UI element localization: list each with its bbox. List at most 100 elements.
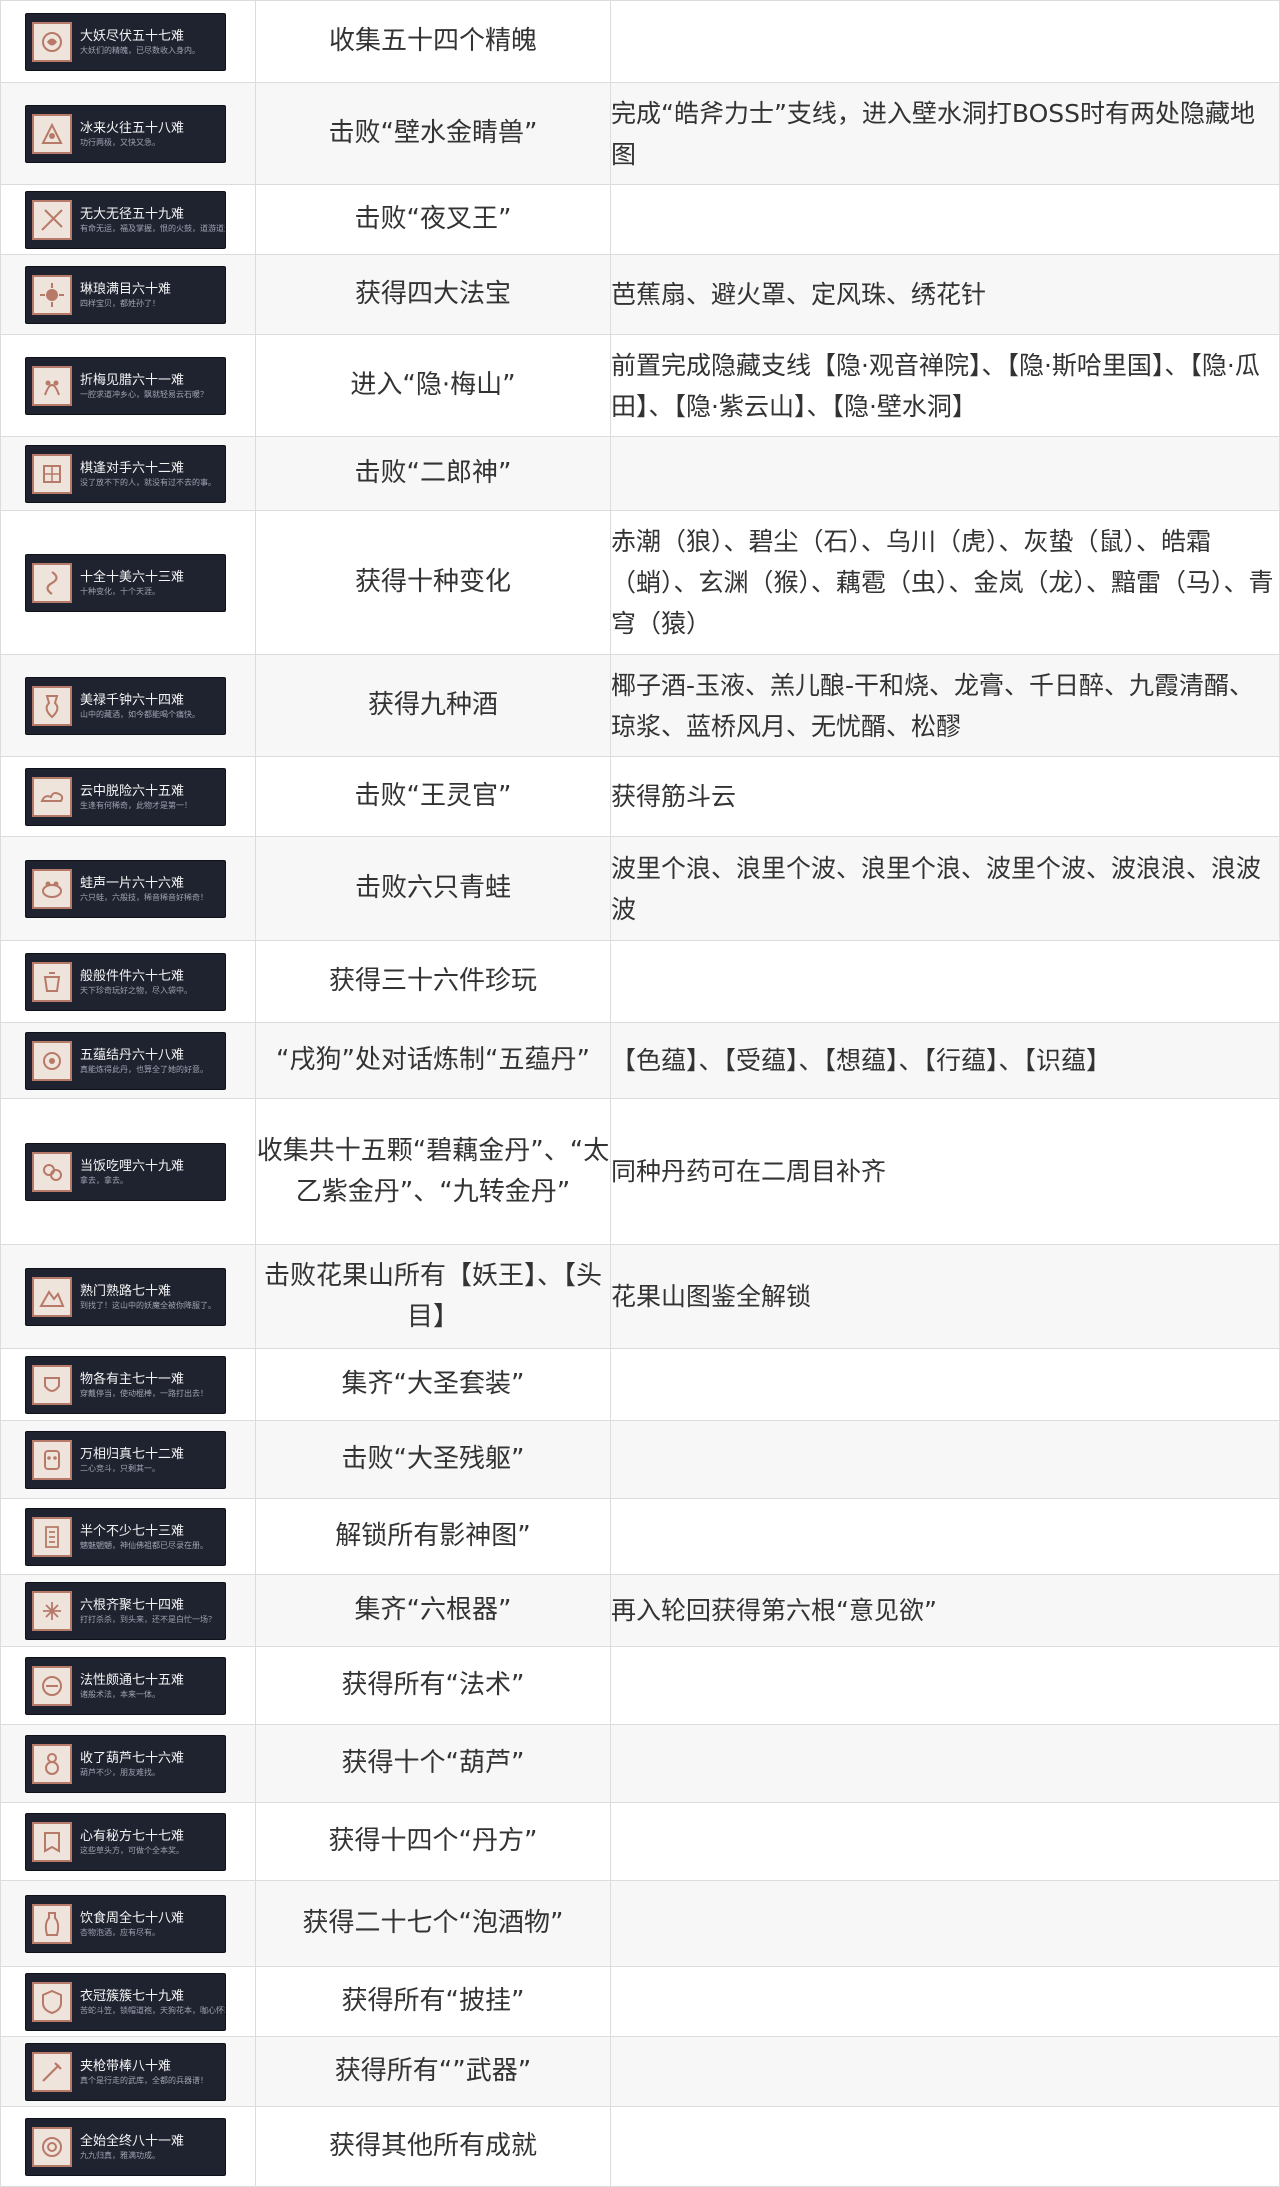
table-row: 六根齐聚七十四难 打打杀杀，到头来，还不是白忙一场？ 集齐“六根器” 再入轮回获得第六… (0, 1574, 1280, 1647)
condition-cell: 收集五十四个精魄 (255, 0, 611, 83)
note-cell (610, 184, 1280, 255)
badge-title: 无大无径五十九难 (80, 206, 185, 222)
table-row: 大妖尽伏五十七难 大妖们的精魄，已尽数收入身内。 收集五十四个精魄 (0, 0, 1280, 83)
badge-title: 饮食周全七十八难 (80, 1910, 185, 1926)
badge-title: 收了葫芦七十六难 (80, 1750, 185, 1766)
note-cell: 同种丹药可在二周目补齐 (610, 1098, 1280, 1245)
achievement-badge: 棋逢对手六十二难 没了放不下的人，就没有过不去的事。 (25, 444, 226, 503)
badge-cell: 熟门熟路七十难 到找了！这山中的妖魔全被你降服了。 (0, 1244, 256, 1349)
table-row: 饮食周全七十八难 杏物泡酒，应有尽有。 获得二十七个“泡酒物” (0, 1880, 1280, 1967)
badge-subtitle: 天下珍奇玩好之物，尽入袋中。 (80, 985, 192, 995)
badge-title: 琳琅满目六十难 (80, 281, 172, 297)
treasure-icon (32, 274, 72, 315)
badge-cell: 心有秘方七十七难 这些草头方，可做个全本奖。 (0, 1802, 256, 1881)
table-row: 冰来火往五十八难 功行两极，又快又急。 击败“壁水金睛兽” 完成“皓斧力士”支线，进入… (0, 82, 1280, 185)
table-row: 法性颇通七十五难 诸般术法，本来一体。 获得所有“法术” (0, 1646, 1280, 1725)
curio-icon (32, 961, 72, 1002)
achievement-badge: 美禄千钟六十四难 山中的藏酒，如今都能喝个痛快。 (25, 676, 226, 735)
badge-cell: 无大无径五十九难 有命无运，福及掌握，恨的火鼓，道游道游。 (0, 184, 256, 255)
achievement-badge: 般般件件六十七难 天下珍奇玩好之物，尽入袋中。 (25, 952, 226, 1011)
badge-subtitle: 大妖们的精魄，已尽数收入身内。 (80, 45, 200, 55)
condition-cell: 获得三十六件珍玩 (255, 940, 611, 1023)
achievement-badge: 冰来火往五十八难 功行两极，又快又急。 (25, 104, 226, 163)
note-cell (610, 1420, 1280, 1499)
condition-cell: 进入“隐·梅山” (255, 334, 611, 437)
note-cell: 芭蕉扇、避火罩、定风珠、绣花针 (610, 254, 1280, 335)
badge-subtitle: 魑魅魍魉，神仙佛祖都已尽录在册。 (80, 1540, 208, 1550)
badge-subtitle: 六只蛙，六般技，稀音稀音好稀奇！ (80, 892, 208, 902)
achievement-badge: 收了葫芦七十六难 葫芦不少，朋友难找。 (25, 1734, 226, 1793)
achievement-badge: 夹枪带棒八十难 真个是行走的武库，全都的兵器谱！ (25, 2042, 226, 2101)
badge-subtitle: 真个是行走的武库，全都的兵器谱！ (80, 2075, 208, 2085)
badge-cell: 折梅见腊六十一难 一腔求道冲乡心，飘就轻易云石暖？ (0, 334, 256, 437)
badge-title: 当饭吃哩六十九难 (80, 1158, 185, 1174)
condition-cell: 获得十个“葫芦” (255, 1724, 611, 1803)
table-row: 云中脱险六十五难 生逢有何稀奇，此物才是第一！ 击败“王灵官” 获得筋斗云 (0, 756, 1280, 837)
badge-cell: 衣冠簇簇七十九难 苦蛇斗笠，锁帽道袍，天狗花本，咖心怀就。 (0, 1966, 256, 2037)
badge-cell: 云中脱险六十五难 生逢有何稀奇，此物才是第一！ (0, 756, 256, 837)
plum-icon (32, 365, 72, 406)
note-cell: 【色蕴】、【受蕴】、【想蕴】、【行蕴】、【识蕴】 (610, 1022, 1280, 1099)
table-row: 蛙声一片六十六难 六只蛙，六般技，稀音稀音好稀奇！ 击败六只青蛙 波里个浪、浪里个波、… (0, 836, 1280, 941)
condition-cell: 获得所有“”武器” (255, 2036, 611, 2107)
achievement-badge: 六根齐聚七十四难 打打杀杀，到头来，还不是白忙一场？ (25, 1581, 226, 1640)
elixir-icon (32, 1151, 72, 1192)
spell-icon (32, 1665, 72, 1706)
badge-title: 冰来火往五十八难 (80, 120, 185, 136)
armor-icon (32, 1364, 72, 1405)
condition-cell: 集齐“大圣套装” (255, 1348, 611, 1421)
table-row: 五蕴结丹六十八难 真能炼得此丹，也算全了她的好意。 “戌狗”处对话炼制“五蕴丹” 【色… (0, 1022, 1280, 1099)
badge-title: 法性颇通七十五难 (80, 1672, 185, 1688)
badge-subtitle: 诸般术法，本来一体。 (80, 1689, 160, 1699)
achievement-badge: 折梅见腊六十一难 一腔求道冲乡心，飘就轻易云石暖？ (25, 356, 226, 415)
note-cell (610, 1966, 1280, 2037)
achievement-badge: 物各有主七十一难 穿戴停当，使动棍棒，一路打出去！ (25, 1355, 226, 1414)
transform-icon (32, 562, 72, 603)
condition-cell: 击败“夜叉王” (255, 184, 611, 255)
badge-subtitle: 九九归真，雅满功成。 (80, 2150, 160, 2160)
table-row: 美禄千钟六十四难 山中的藏酒，如今都能喝个痛快。 获得九种酒 椰子酒-玉液、羔儿酿-干… (0, 654, 1280, 757)
table-row: 万相归真七十二难 二心竞斗，只剩其一。 击败“大圣残躯” (0, 1420, 1280, 1499)
relic-icon (32, 1590, 72, 1631)
badge-subtitle: 真能炼得此丹，也算全了她的好意。 (80, 1064, 208, 1074)
badge-subtitle: 有命无运，福及掌握，恨的火鼓，道游道游。 (80, 223, 225, 233)
note-cell: 获得筋斗云 (610, 756, 1280, 837)
note-cell (610, 1802, 1280, 1881)
frog-icon (32, 868, 72, 909)
note-cell (610, 2036, 1280, 2107)
badge-subtitle: 穿戴停当，使动棍棒，一路打出去！ (80, 1388, 208, 1398)
badge-cell: 夹枪带棒八十难 真个是行走的武库，全都的兵器谱！ (0, 2036, 256, 2107)
badge-subtitle: 杏物泡酒，应有尽有。 (80, 1927, 160, 1937)
achievement-table: 大妖尽伏五十七难 大妖们的精魄，已尽数收入身内。 收集五十四个精魄 冰来火往五十八难功… (0, 0, 1280, 2187)
note-cell (610, 1348, 1280, 1421)
note-cell (610, 0, 1280, 83)
achievement-badge: 大妖尽伏五十七难 大妖们的精魄，已尽数收入身内。 (25, 12, 226, 71)
badge-cell: 当饭吃哩六十九难 拿去，拿去。 (0, 1098, 256, 1245)
badge-subtitle: 一腔求道冲乡心，飘就轻易云石暖？ (80, 389, 208, 399)
gourd-icon (32, 1743, 72, 1784)
spear-icon (32, 199, 72, 240)
badge-title: 云中脱险六十五难 (80, 783, 185, 799)
condition-cell: 集齐“六根器” (255, 1574, 611, 1647)
note-cell: 再入轮回获得第六根“意见欲” (610, 1574, 1280, 1647)
condition-cell: 获得二十七个“泡酒物” (255, 1880, 611, 1967)
condition-cell: 获得所有“披挂” (255, 1966, 611, 2037)
badge-subtitle: 拿去，拿去。 (80, 1175, 128, 1185)
badge-subtitle: 葫芦不少，朋友难找。 (80, 1767, 160, 1777)
badge-title: 般般件件六十七难 (80, 968, 185, 984)
table-row: 夹枪带棒八十难 真个是行走的武库，全都的兵器谱！ 获得所有“”武器” (0, 2036, 1280, 2107)
badge-cell: 般般件件六十七难 天下珍奇玩好之物，尽入袋中。 (0, 940, 256, 1023)
achievement-badge: 全始全终八十一难 九九归真，雅满功成。 (25, 2117, 226, 2176)
spirit-icon (32, 21, 72, 62)
pill-icon (32, 1040, 72, 1081)
badge-title: 夹枪带棒八十难 (80, 2058, 172, 2074)
table-row: 收了葫芦七十六难 葫芦不少，朋友难找。 获得十个“葫芦” (0, 1724, 1280, 1803)
note-cell: 前置完成隐藏支线【隐·观音禅院】、【隐·斯哈里国】、【隐·瓜田】、【隐·紫云山】… (610, 334, 1280, 437)
table-row: 无大无径五十九难 有命无运，福及掌握，恨的火鼓，道游道游。 击败“夜叉王” (0, 184, 1280, 255)
achievement-badge: 当饭吃哩六十九难 拿去，拿去。 (25, 1142, 226, 1201)
table-row: 当饭吃哩六十九难 拿去，拿去。 收集共十五颗“碧藕金丹”、“太乙紫金丹”、“九转金丹… (0, 1098, 1280, 1245)
badge-cell: 收了葫芦七十六难 葫芦不少，朋友难找。 (0, 1724, 256, 1803)
badge-cell: 法性颇通七十五难 诸般术法，本来一体。 (0, 1646, 256, 1725)
badge-cell: 十全十美六十三难 十种变化，十个天涯。 (0, 510, 256, 655)
condition-cell: 击败“二郎神” (255, 436, 611, 511)
